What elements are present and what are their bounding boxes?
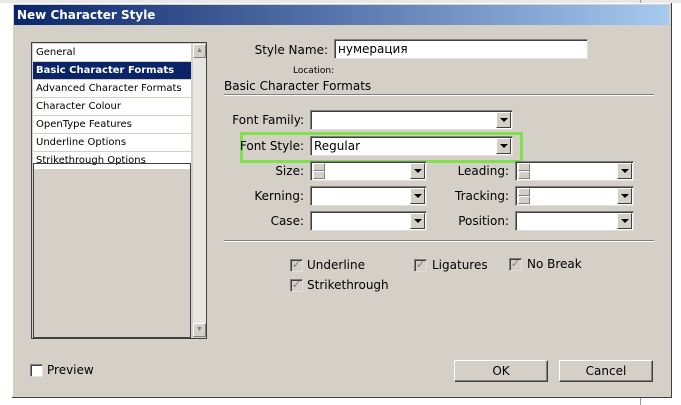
sidebar-item-basic-character-formats[interactable]: Basic Character Formats: [33, 62, 191, 80]
size-dropdown[interactable]: [310, 161, 427, 181]
underline-checkbox[interactable]: ✓: [290, 259, 303, 272]
scroll-up-icon[interactable]: ▲: [193, 44, 206, 58]
dialog-title: New Character Style: [14, 5, 669, 25]
leading-dropdown[interactable]: [515, 161, 634, 181]
tracking-label: Tracking:: [455, 189, 509, 203]
font-style-dropdown[interactable]: Regular: [310, 136, 513, 156]
chevron-down-icon[interactable]: [410, 163, 425, 179]
sidebar-item-character-colour[interactable]: Character Colour: [33, 98, 191, 116]
tracking-dropdown[interactable]: [515, 186, 634, 206]
no-break-checkbox[interactable]: ✓: [509, 258, 522, 271]
font-style-label: Font Style:: [239, 139, 304, 153]
new-character-style-dialog: New Character Style General Basic Charac…: [12, 3, 672, 398]
list-empty-area: [33, 163, 191, 338]
ok-button[interactable]: OK: [454, 360, 548, 382]
chevron-down-icon[interactable]: [617, 188, 632, 204]
preview-label: Preview: [47, 363, 94, 377]
ligatures-label: Ligatures: [432, 258, 488, 272]
preview-checkbox[interactable]: [30, 364, 43, 377]
case-dropdown[interactable]: [310, 211, 427, 231]
case-label: Case:: [270, 214, 304, 228]
options-divider: [224, 240, 654, 242]
chevron-down-icon[interactable]: [410, 213, 425, 229]
strikethrough-checkbox[interactable]: ✓: [290, 279, 303, 292]
cancel-button[interactable]: Cancel: [559, 360, 653, 382]
no-break-label: No Break: [527, 257, 582, 271]
font-style-value: Regular: [314, 139, 361, 153]
size-label: Size:: [275, 164, 304, 178]
position-dropdown[interactable]: [515, 211, 634, 231]
chevron-down-icon[interactable]: [617, 213, 632, 229]
kerning-dropdown[interactable]: [310, 186, 427, 206]
sidebar-item-opentype-features[interactable]: OpenType Features: [33, 116, 191, 134]
strikethrough-label: Strikethrough: [307, 278, 389, 292]
chevron-down-icon[interactable]: [617, 163, 632, 179]
scroll-down-icon[interactable]: ▼: [193, 323, 206, 337]
font-family-dropdown[interactable]: [310, 110, 513, 130]
chevron-down-icon[interactable]: [496, 112, 511, 128]
sidebar-item-advanced-character-formats[interactable]: Advanced Character Formats: [33, 80, 191, 98]
style-name-label: Style Name:: [254, 43, 328, 57]
leading-stepper[interactable]: [518, 163, 530, 179]
underline-label: Underline: [307, 258, 365, 272]
section-divider: [224, 94, 654, 96]
ligatures-checkbox[interactable]: ✓: [414, 259, 427, 272]
position-label: Position:: [458, 214, 509, 228]
leading-label: Leading:: [457, 164, 509, 178]
sidebar-item-underline-options[interactable]: Underline Options: [33, 134, 191, 152]
category-list[interactable]: General Basic Character Formats Advanced…: [31, 42, 207, 339]
location-label: Location:: [293, 66, 335, 76]
section-title: Basic Character Formats: [224, 79, 372, 93]
sidebar-item-general[interactable]: General: [33, 44, 191, 62]
font-family-label: Font Family:: [232, 113, 304, 127]
chevron-down-icon[interactable]: [410, 188, 425, 204]
kerning-label: Kerning:: [254, 189, 304, 203]
style-name-input[interactable]: нумерация: [334, 39, 588, 59]
tracking-stepper[interactable]: [518, 188, 530, 204]
size-stepper[interactable]: [313, 163, 325, 179]
chevron-down-icon[interactable]: [496, 138, 511, 154]
list-scrollbar[interactable]: ▲ ▼: [193, 44, 206, 337]
